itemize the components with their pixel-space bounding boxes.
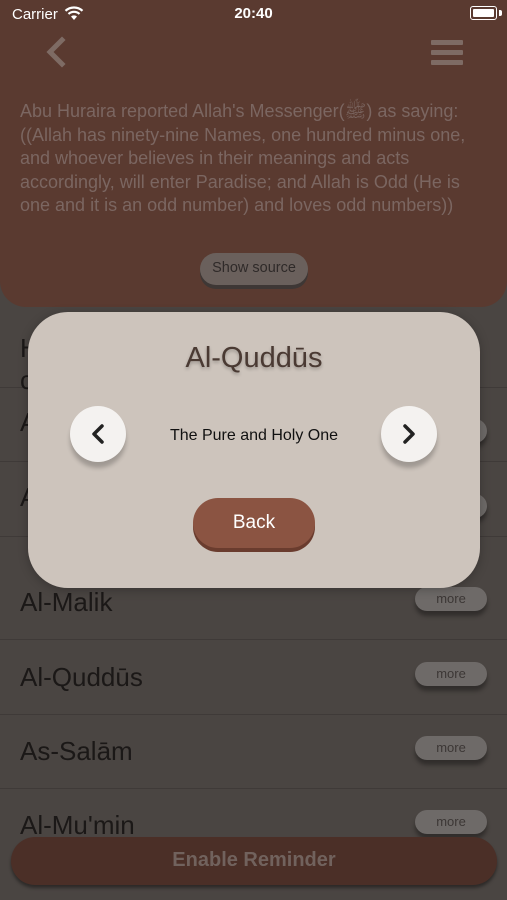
status-bar: Carrier 20:40	[0, 0, 507, 28]
modal-title: Al-Quddūs	[185, 342, 323, 374]
show-source-button[interactable]: Show source	[200, 253, 308, 285]
row-name: As-Salām	[20, 736, 133, 766]
header: Abu Huraira reported Allah's Messenger(ﷺ…	[0, 0, 507, 307]
list-item[interactable]: As-Salām more	[0, 714, 507, 789]
battery-tip	[499, 10, 502, 16]
more-button[interactable]: more	[415, 587, 487, 611]
battery-icon	[470, 6, 497, 20]
clock: 20:40	[234, 5, 273, 22]
more-button[interactable]: more	[415, 810, 487, 834]
list-item[interactable]: Al-Quddūs more	[0, 640, 507, 715]
enable-reminder-button[interactable]: Enable Reminder	[11, 837, 497, 885]
name-detail-modal: Al-Quddūs The Pure and Holy One Back	[28, 312, 480, 588]
chevron-left-icon[interactable]	[40, 34, 72, 70]
row-name: Al-Malik	[20, 587, 113, 617]
more-button[interactable]: more	[415, 662, 487, 686]
back-button[interactable]: Back	[193, 498, 315, 548]
hamburger-menu-icon[interactable]	[431, 40, 463, 66]
hadith-text: Abu Huraira reported Allah's Messenger(ﷺ…	[20, 101, 466, 215]
row-name: Al-Quddūs	[20, 662, 143, 692]
chevron-right-icon	[403, 424, 415, 444]
next-name-button[interactable]	[381, 406, 437, 462]
more-button[interactable]: more	[415, 736, 487, 760]
